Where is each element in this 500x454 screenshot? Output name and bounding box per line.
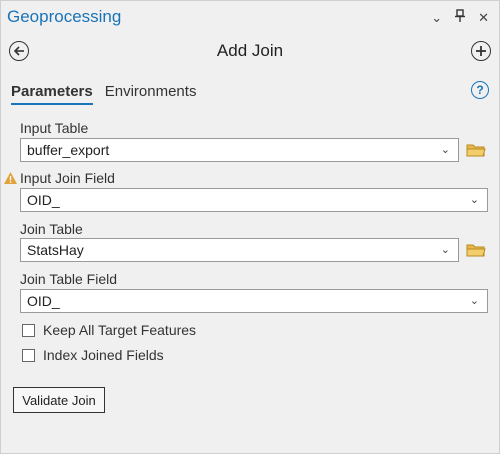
- input-join-field-dropdown[interactable]: OID_ ⌄: [20, 188, 488, 212]
- checkbox-box[interactable]: [22, 348, 35, 362]
- help-icon[interactable]: ?: [471, 81, 489, 99]
- folder-icon[interactable]: [466, 142, 486, 158]
- input-join-field-label: Input Join Field: [20, 170, 115, 186]
- chevron-down-icon: ⌄: [469, 295, 479, 307]
- input-table-value: buffer_export: [27, 142, 110, 158]
- input-table-label: Input Table: [20, 120, 89, 136]
- warning-icon: [4, 172, 17, 184]
- tab-environments[interactable]: Environments: [105, 83, 197, 105]
- join-table-label: Join Table: [20, 221, 83, 237]
- join-table-field-label: Join Table Field: [20, 271, 118, 287]
- chevron-down-icon: ⌄: [440, 144, 450, 156]
- folder-icon[interactable]: [466, 242, 486, 258]
- tab-strip: Parameters Environments: [11, 83, 196, 105]
- pin-icon[interactable]: [454, 9, 466, 26]
- chevron-down-icon: ⌄: [440, 244, 450, 256]
- close-icon[interactable]: ✕: [478, 10, 489, 26]
- tab-parameters[interactable]: Parameters: [11, 83, 93, 105]
- plus-icon: [476, 46, 486, 56]
- checkbox-box[interactable]: [22, 323, 35, 337]
- join-table-dropdown[interactable]: StatsHay ⌄: [20, 238, 459, 262]
- tool-title: Add Join: [216, 41, 284, 60]
- options-chevron-icon[interactable]: ⌄: [431, 10, 442, 26]
- input-table-dropdown[interactable]: buffer_export ⌄: [20, 138, 459, 162]
- join-table-value: StatsHay: [27, 242, 84, 258]
- join-table-field-dropdown[interactable]: OID_ ⌄: [20, 289, 488, 313]
- keep-all-target-features-label: Keep All Target Features: [43, 322, 197, 338]
- index-joined-fields-checkbox[interactable]: Index Joined Fields: [22, 347, 164, 363]
- keep-all-target-features-checkbox[interactable]: Keep All Target Features: [22, 322, 196, 338]
- chevron-down-icon: ⌄: [469, 194, 479, 206]
- pane-title: Geoprocessing: [7, 7, 122, 26]
- add-button[interactable]: [471, 41, 491, 61]
- validate-join-button[interactable]: Validate Join: [13, 387, 105, 413]
- pane-controls: ⌄ ✕: [431, 9, 489, 26]
- index-joined-fields-label: Index Joined Fields: [43, 347, 164, 363]
- geoprocessing-pane: Geoprocessing ⌄ ✕ Add Join Parameters En…: [0, 0, 500, 454]
- join-table-field-value: OID_: [27, 293, 60, 309]
- input-join-field-value: OID_: [27, 192, 60, 208]
